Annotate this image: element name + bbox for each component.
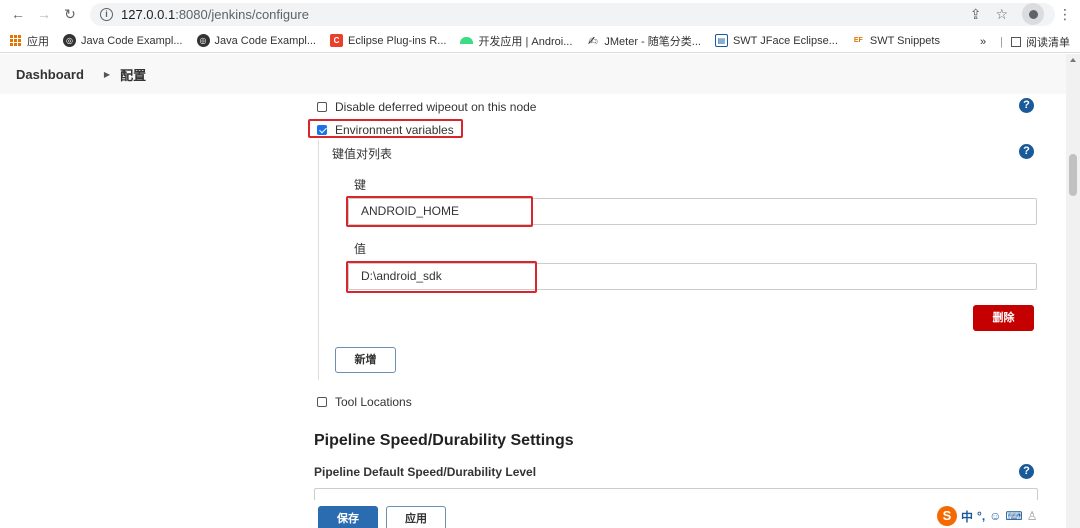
scroll-thumb[interactable] (1069, 154, 1077, 196)
punctuation-icon[interactable]: °, (977, 509, 985, 523)
section-title: Pipeline Speed/Durability Settings (314, 432, 574, 449)
bookmark-label: Java Code Exampl... (81, 34, 183, 47)
site-info-icon[interactable]: i (100, 8, 113, 21)
bookmarks-bar: 应用 ◎ Java Code Exampl... ◎ Java Code Exa… (0, 29, 1080, 53)
pipeline-level-label: Pipeline Default Speed/Durability Level (314, 465, 537, 479)
highlight-box (346, 261, 537, 293)
tool-locations-option[interactable]: Tool Locations (317, 394, 412, 409)
disable-wipeout-checkbox[interactable] (317, 101, 327, 112)
star-icon[interactable]: ☆ (995, 6, 1008, 23)
bookmark-item[interactable]: 开发应用 | Androi... (460, 33, 572, 49)
divider: | (1000, 36, 1003, 48)
kv-list-label: 键值对列表 (332, 147, 393, 161)
ime-mode[interactable]: 中 (961, 508, 973, 525)
bookmark-item[interactable]: C Eclipse Plug-ins R... (330, 34, 446, 47)
emoji-icon[interactable]: ☺ (989, 509, 1001, 523)
bookmark-item[interactable]: ▤ SWT JFace Eclipse... (714, 34, 838, 47)
help-icon[interactable]: ? (1019, 98, 1034, 113)
browser-actions: ⇪ ☆ ⋮ (970, 3, 1072, 25)
bookmark-label: JMeter - 随笔分类... (604, 35, 701, 48)
reading-list-icon (1011, 37, 1021, 47)
android-icon (460, 37, 474, 44)
sogou-logo-icon[interactable]: S (937, 506, 957, 526)
bookmark-label: 开发应用 | Androi... (478, 35, 573, 48)
help-icon[interactable]: ? (1019, 464, 1034, 479)
bookmark-apps[interactable]: 应用 (10, 33, 49, 49)
bookmarks-right: » | 阅读清单 (980, 34, 1070, 50)
add-button[interactable]: 新增 (335, 347, 396, 373)
browser-toolbar: ← → ↻ i 127.0.0.1:8080/jenkins/configure… (0, 0, 1080, 29)
reading-list-button[interactable]: 阅读清单 (1026, 34, 1070, 50)
book-icon: ▤ (714, 34, 728, 47)
nested-divider (318, 140, 319, 380)
profile-avatar-icon[interactable] (1022, 3, 1044, 25)
tool-locations-checkbox[interactable] (317, 396, 327, 407)
bookmark-label: 应用 (27, 35, 49, 48)
reload-icon[interactable]: ↻ (60, 4, 80, 24)
bookmark-label: Eclipse Plug-ins R... (348, 34, 447, 47)
highlight-box (308, 119, 463, 138)
key-label: 键 (354, 178, 367, 192)
menu-dots-icon[interactable]: ⋮ (1058, 6, 1072, 23)
save-button[interactable]: 保存 (318, 506, 378, 528)
highlight-box (346, 196, 533, 227)
bookmark-item[interactable]: ✍ JMeter - 随笔分类... (586, 33, 701, 49)
ef-logo-icon: EF (853, 37, 863, 44)
globe-icon: ◎ (63, 34, 76, 47)
scroll-up-icon[interactable] (1070, 58, 1076, 62)
bookmark-item[interactable]: EF SWT Snippets (852, 34, 940, 47)
keyboard-icon[interactable]: ⌨ (1005, 509, 1022, 523)
pen-icon: ✍ (587, 33, 598, 48)
url-text: 127.0.0.1:8080/jenkins/configure (121, 7, 309, 22)
bookmark-label: SWT Snippets (869, 34, 940, 47)
share-icon[interactable]: ⇪ (970, 6, 982, 23)
page-scrollbar[interactable] (1066, 54, 1080, 528)
chevron-right-icon: ▶ (103, 69, 111, 79)
bookmark-label: SWT JFace Eclipse... (732, 34, 838, 47)
apply-button[interactable]: 应用 (386, 506, 446, 528)
value-label: 值 (354, 242, 367, 256)
address-bar[interactable]: i 127.0.0.1:8080/jenkins/configure (90, 3, 1055, 26)
more-bookmarks-button[interactable]: » (980, 36, 986, 48)
forward-icon[interactable]: → (34, 4, 54, 24)
pipeline-level-select[interactable] (314, 488, 1038, 500)
tool-locations-label: Tool Locations (335, 394, 412, 409)
user-icon[interactable]: ♙ (1027, 509, 1038, 523)
c-logo-icon: C (330, 34, 343, 47)
globe-icon: ◎ (196, 34, 210, 47)
breadcrumb-dashboard[interactable]: Dashboard (16, 67, 84, 82)
delete-button[interactable]: 删除 (973, 305, 1034, 331)
disable-wipeout-label: Disable deferred wipeout on this node (335, 99, 537, 114)
help-icon[interactable]: ? (1019, 144, 1034, 159)
main-content (0, 94, 1066, 528)
back-icon[interactable]: ← (8, 4, 28, 24)
ime-toolbar: S 中 °, ☺ ⌨ ♙ (937, 506, 1038, 526)
disable-wipeout-option[interactable]: Disable deferred wipeout on this node (317, 99, 536, 114)
breadcrumb-current: 配置 (120, 67, 147, 83)
bookmark-item[interactable]: ◎ Java Code Exampl... (63, 34, 183, 47)
apps-grid-icon (10, 35, 21, 46)
bookmark-item[interactable]: ◎ Java Code Exampl... (196, 34, 317, 47)
breadcrumb: Dashboard ▶ 配置 (0, 54, 1080, 94)
bookmark-label: Java Code Exampl... (214, 34, 317, 47)
